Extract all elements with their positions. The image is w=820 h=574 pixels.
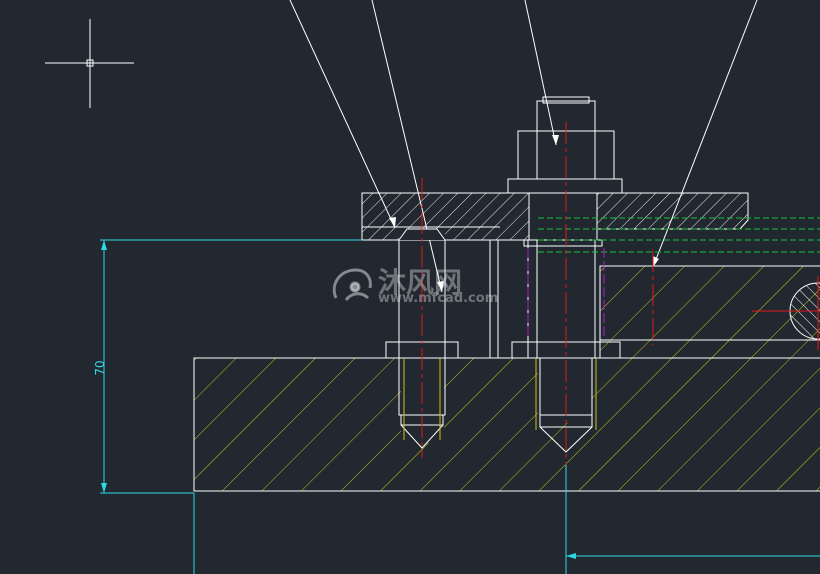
cad-drawing: 70 沐风网 www.mfcad.com (45, 0, 820, 574)
dimension-label: 70 (93, 360, 107, 375)
leader-lines (289, 0, 758, 293)
cad-viewport[interactable]: 70 沐风网 www.mfcad.com (0, 0, 820, 574)
watermark-url: www.mfcad.com (378, 291, 498, 306)
crosshair-cursor-icon (45, 19, 134, 108)
base-plate (193, 357, 820, 492)
support-block (599, 265, 820, 359)
watermark-logo-icon (332, 268, 372, 301)
clamp-bar (361, 192, 749, 241)
watermark: 沐风网 www.mfcad.com (332, 266, 498, 306)
